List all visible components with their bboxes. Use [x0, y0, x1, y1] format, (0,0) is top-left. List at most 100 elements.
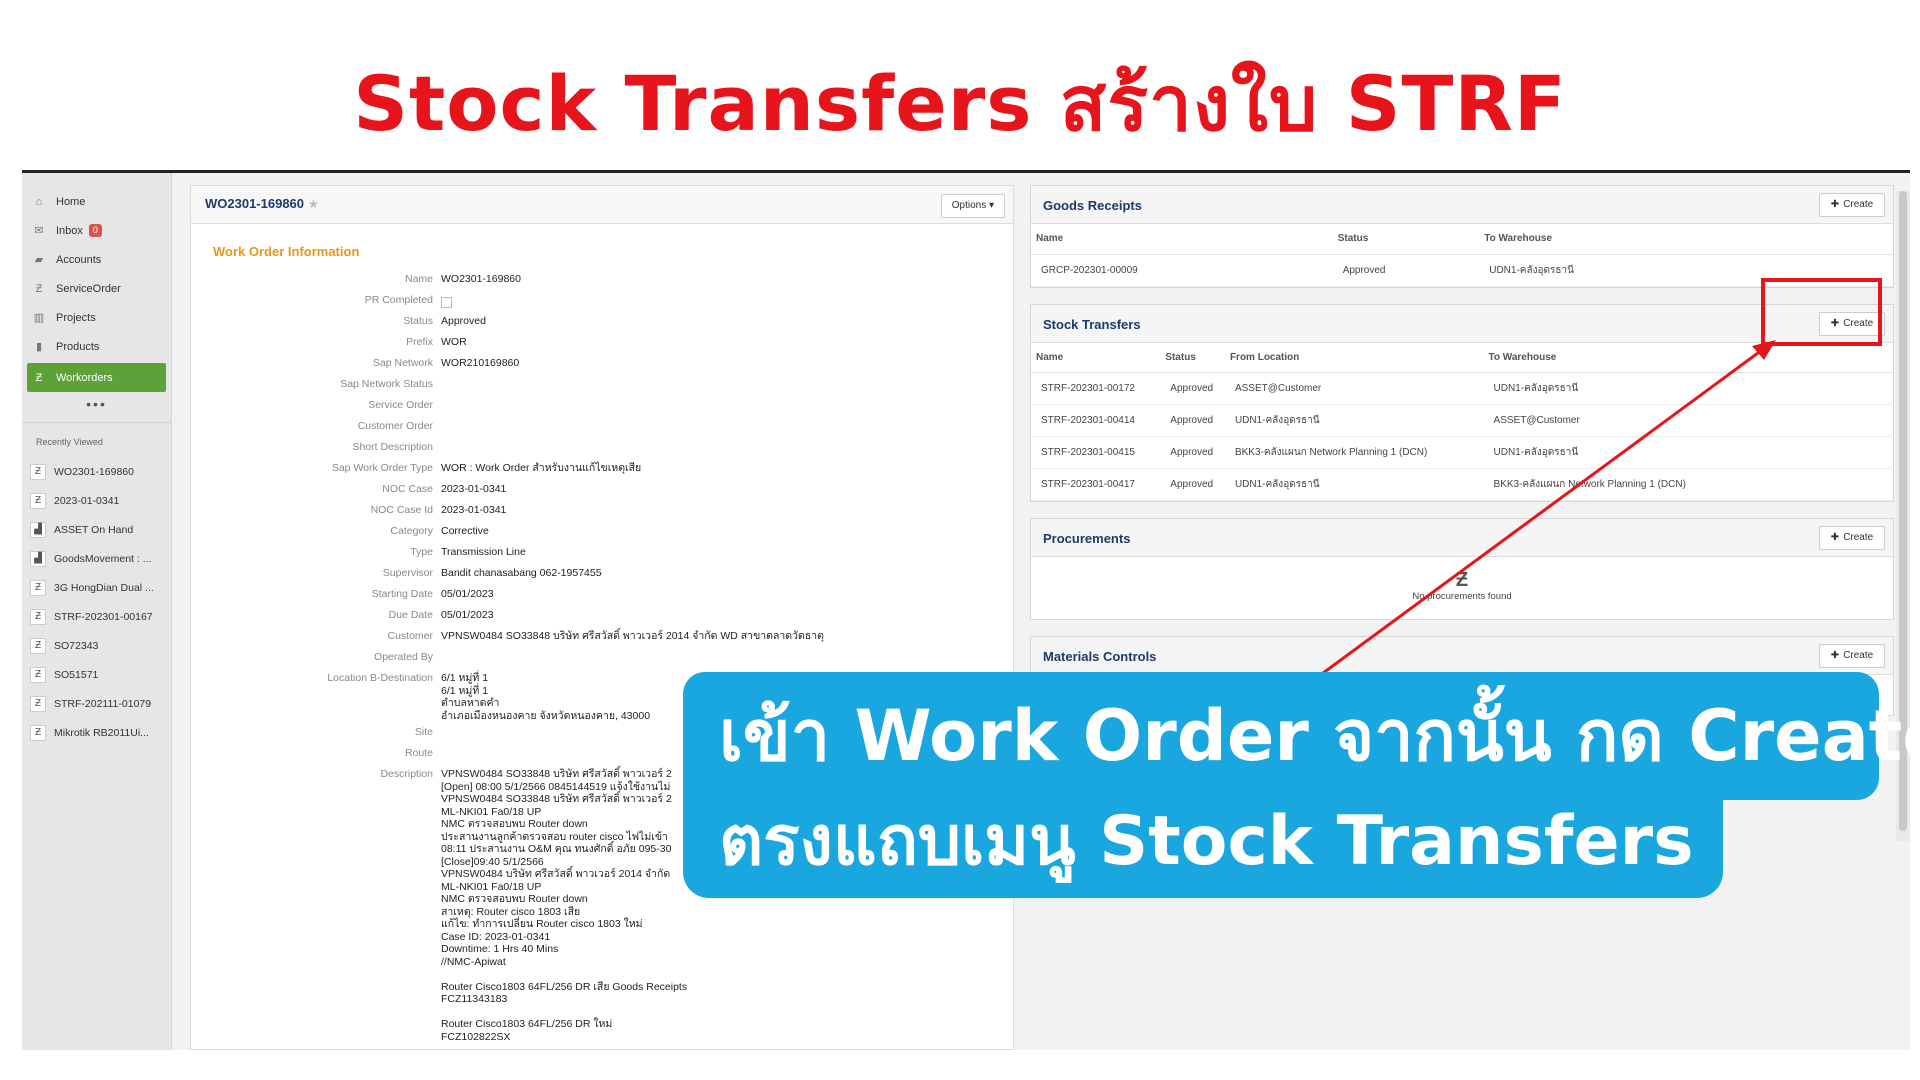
field-label: Site: [414, 726, 433, 738]
goods-receipts-panel: Goods Receipts ✚ Create Name Status To Ware…: [1030, 185, 1894, 288]
sidebar-item-projects[interactable]: ▥ Projects: [22, 303, 171, 332]
record-type-icon: Ƶ: [30, 695, 46, 712]
banner-title: Stock Transfers สร้างใบ STRF: [353, 59, 1567, 148]
create-label: Create: [1843, 532, 1874, 543]
column-header[interactable]: Status: [1160, 342, 1225, 373]
field-label: Sap Work Order Type: [331, 462, 433, 474]
recent-item[interactable]: Ƶ 2023-01-0341: [22, 486, 171, 515]
column-header[interactable]: To Warehouse: [1483, 342, 1893, 373]
recent-item-label: 3G HongDian Dual ...: [54, 581, 154, 594]
options-button[interactable]: Options ▾: [940, 194, 1005, 218]
table-row[interactable]: STRF-202301-00415 Approved BKK3-คลังแผนก N…: [1031, 436, 1893, 469]
field-label: Service Order: [368, 399, 433, 411]
field-row: Sap Network Status: [191, 374, 1013, 395]
related-lists: Goods Receipts ✚ Create Name Status To Ware…: [1030, 185, 1894, 732]
column-header[interactable]: To Warehouse: [1479, 224, 1893, 255]
crm-app-window: ⌂ Home ✉ Inbox 0 ▰ Accounts Ƶ ServiceOrder ▥ Proje…: [22, 170, 1910, 1050]
sidebar-item-accounts[interactable]: ▰ Accounts: [22, 245, 171, 274]
field-row: Due Date 05/01/2023: [191, 605, 1013, 626]
field-value: WOR210169860: [441, 357, 520, 369]
folder-icon: ▰: [34, 254, 44, 266]
inbox-icon: ✉: [34, 225, 44, 237]
record-type-icon: ▟: [30, 521, 46, 538]
z-logo-icon: Ƶ: [1455, 569, 1469, 591]
recent-item[interactable]: Ƶ SO51571: [22, 660, 171, 689]
field-value: 2023-01-0341: [441, 504, 507, 516]
more-icon[interactable]: •••: [22, 394, 171, 418]
plus-icon: ✚: [1830, 532, 1840, 543]
table-cell: UDN1-คลังอุดรธานี: [1224, 468, 1484, 501]
recent-item[interactable]: Ƶ WO2301-169860: [22, 457, 171, 486]
field-label: Status: [403, 315, 433, 327]
sidebar-item-inbox[interactable]: ✉ Inbox 0: [22, 216, 171, 245]
field-row: Starting Date 05/01/2023: [191, 584, 1013, 605]
table-cell: Approved: [1332, 254, 1480, 287]
home-icon: ⌂: [35, 195, 43, 208]
pr-completed-checkbox[interactable]: [441, 297, 452, 309]
goods-receipts-create-button[interactable]: ✚ Create: [1819, 193, 1885, 217]
table-row[interactable]: STRF-202301-00172 Approved ASSET@Customer U…: [1031, 372, 1893, 405]
sidebar-item-serviceorder[interactable]: Ƶ ServiceOrder: [22, 274, 171, 303]
record-type-icon: Ƶ: [30, 579, 46, 596]
recent-item[interactable]: Ƶ 3G HongDian Dual ...: [22, 573, 171, 602]
field-value: 6/1 หมู่ที่ 1 6/1 หมู่ที่ 1 ตำบลหาดคำ อำ…: [441, 672, 651, 722]
table-cell: Approved: [1160, 404, 1225, 437]
field-label: NOC Case Id: [370, 504, 433, 516]
field-value: 05/01/2023: [441, 588, 494, 600]
record-type-icon: Ƶ: [30, 724, 46, 741]
stock-transfers-title: Stock Transfers: [1043, 316, 1141, 332]
work-order-name: WO2301-169860: [205, 196, 305, 211]
recently-viewed-list: Ƶ WO2301-169860 Ƶ 2023-01-0341 ▟ ASSET On Han…: [22, 457, 171, 747]
create-label: Create: [1843, 650, 1874, 661]
recent-item[interactable]: Ƶ STRF-202111-01079: [22, 689, 171, 718]
column-header[interactable]: From Location: [1224, 342, 1484, 373]
slide: Stock Transfers สร้างใบ STRF ⌂ Home ✉ Inbox…: [0, 0, 1920, 1080]
table-cell: Approved: [1160, 372, 1225, 405]
section-title: Work Order Information: [213, 244, 360, 259]
work-order-fields: Name WO2301-169860 PR Completed Status Appro…: [191, 269, 1013, 1043]
z-icon: Ƶ: [35, 371, 43, 384]
table-cell: STRF-202301-00414: [1031, 404, 1161, 437]
field-value: Approved: [441, 315, 486, 327]
recent-item[interactable]: Ƶ SO72343: [22, 631, 171, 660]
field-value: 05/01/2023: [441, 609, 494, 621]
table-cell: UDN1-คลังอุดรธานี: [1483, 436, 1893, 469]
field-row: Service Order: [191, 395, 1013, 416]
favorite-star-icon[interactable]: ★: [308, 197, 319, 211]
recently-viewed-title: Recently Viewed: [36, 437, 103, 447]
recent-item-label: SO51571: [54, 668, 99, 681]
column-header[interactable]: Name: [1031, 342, 1161, 373]
field-value: WO2301-169860: [441, 273, 521, 285]
recent-item[interactable]: ▟ ASSET On Hand: [22, 515, 171, 544]
field-value: VPNSW0484 SO33848 บริษัท ศรีสวัสดิ์ พาวเ…: [441, 768, 688, 1043]
recent-item-label: Mikrotik RB2011Ui...: [54, 726, 149, 739]
materials-controls-create-button[interactable]: ✚ Create: [1819, 644, 1885, 668]
recent-item[interactable]: ▟ GoodsMovement : ...: [22, 544, 171, 573]
recent-item[interactable]: Ƶ Mikrotik RB2011Ui...: [22, 718, 171, 747]
table-row[interactable]: STRF-202301-00414 Approved UDN1-คลังอุดรธา…: [1031, 404, 1893, 437]
field-row: Type Transmission Line: [191, 542, 1013, 563]
table-cell: GRCP-202301-00009: [1031, 254, 1333, 287]
field-row: Sap Work Order Type WOR : Work Order สำหร…: [191, 458, 1013, 479]
column-header[interactable]: Status: [1332, 224, 1480, 255]
sidebar-item-workorders[interactable]: Ƶ Workorders: [27, 363, 166, 392]
field-label: Name: [404, 273, 433, 285]
table-cell: Approved: [1160, 468, 1225, 501]
field-row: PR Completed: [191, 290, 1013, 311]
table-row[interactable]: STRF-202301-00417 Approved UDN1-คลังอุดรธา…: [1031, 468, 1893, 501]
field-label: Sap Network: [372, 357, 433, 369]
field-label: Short Description: [352, 441, 433, 453]
sidebar-item-home[interactable]: ⌂ Home: [22, 187, 171, 216]
sidebar-item-label: ServiceOrder: [56, 282, 121, 295]
create-highlight-box: [1761, 278, 1882, 346]
field-label: Customer Order: [357, 420, 433, 432]
table-cell: UDN1-คลังอุดรธานี: [1483, 372, 1893, 405]
procurements-create-button[interactable]: ✚ Create: [1819, 526, 1885, 550]
column-header[interactable]: Name: [1031, 224, 1333, 255]
sidebar-item-products[interactable]: ▮ Products: [22, 332, 171, 361]
field-label: Category: [390, 525, 433, 537]
sidebar-item-label: Home: [56, 195, 86, 208]
recent-item[interactable]: Ƶ STRF-202301-00167: [22, 602, 171, 631]
stock-transfers-table: Name Status From Location To Warehouse STRF…: [1031, 342, 1893, 501]
record-type-icon: Ƶ: [30, 637, 46, 654]
